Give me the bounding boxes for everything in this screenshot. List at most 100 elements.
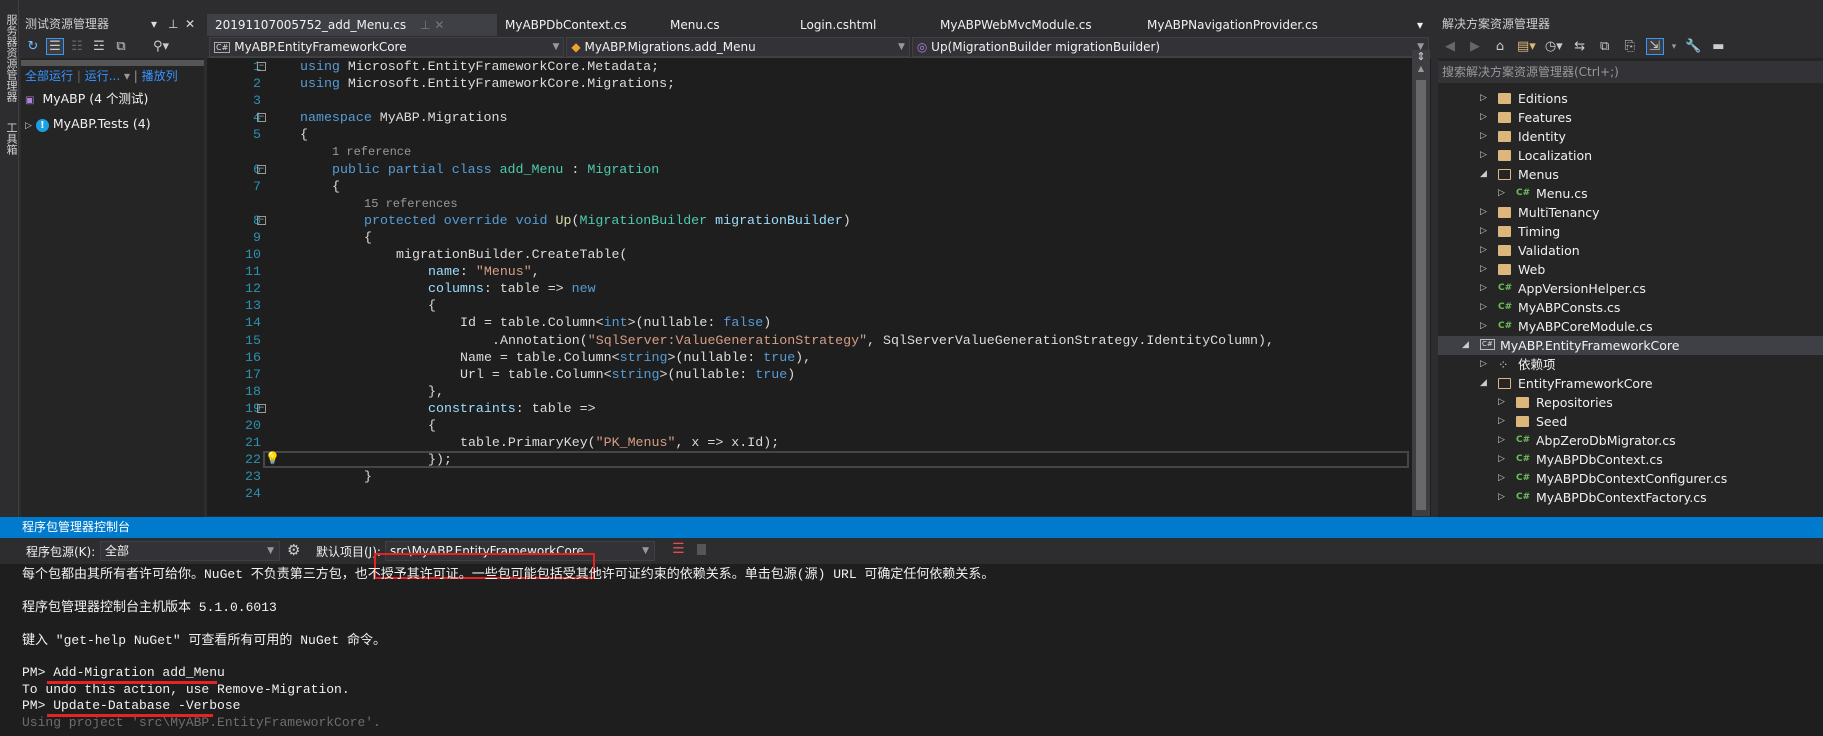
back-icon[interactable]: ◀ [1442,39,1458,54]
pin-icon[interactable]: ⊥ ✕ [420,18,444,32]
tree-item[interactable]: ▷ C# Menu.cs [1438,184,1823,203]
pin-icon[interactable]: ⊥ [168,14,178,35]
tree-item[interactable]: ◢ Menus [1438,165,1823,184]
track-active-item-icon[interactable]: ⇲ [1645,38,1664,55]
server-explorer-tab[interactable]: 服务器资源管理器 [3,14,19,102]
tree-item[interactable]: ▷ Features [1438,108,1823,127]
member-dropdown[interactable]: ◎ Up(MigrationBuilder migrationBuilder) ▼ [911,37,1429,57]
forward-icon[interactable]: ▶ [1467,39,1483,54]
expand-arrow-icon[interactable]: ▷ [1480,203,1490,222]
clear-console-icon[interactable]: ☰ [672,541,685,557]
close-icon[interactable]: ✕ [185,14,195,35]
test-tree-item[interactable]: ▷ ! MyABP.Tests (4) [21,114,204,133]
playlist-link[interactable]: 播放列 [142,69,178,83]
expand-arrow-icon[interactable]: ▷ [1480,317,1490,336]
tab-list-dropdown-icon[interactable]: ▾ [1409,14,1431,36]
run-all-link[interactable]: 全部运行 [25,69,73,83]
expand-arrow-icon[interactable]: ▷ [1498,469,1508,488]
collapse-arrow-icon[interactable]: ◢ [1462,336,1472,355]
expand-arrow-icon[interactable]: ▷ [1498,431,1508,450]
tab-myabpdbcontext-cs[interactable]: MyABPDbContext.cs [497,14,662,36]
collapse-icon[interactable]: − [257,215,266,225]
collapse-icon[interactable]: − [257,164,266,174]
expand-arrow-icon[interactable]: ▷ [1480,222,1490,241]
expand-arrow-icon[interactable]: ▷ [1498,393,1508,412]
dropdown-icon[interactable]: ▾ [151,14,157,35]
expand-arrow-icon[interactable]: ▷ [1498,184,1508,203]
tree-item[interactable]: ▷ ⁘ 依赖项 [1438,355,1823,374]
expand-arrow-icon[interactable]: ▷ [1480,241,1490,260]
code-text[interactable]: 15 references [364,195,458,213]
tree-item[interactable]: ▷ C# MyABPDbContextFactory.cs [1438,488,1823,507]
expand-arrow-icon[interactable]: ▷ [1480,355,1490,374]
tree-item[interactable]: ▷ MultiTenancy [1438,203,1823,222]
package-source-dropdown[interactable]: 全部 ▼ [100,541,280,561]
code-area[interactable]: 1− using Microsoft.EntityFrameworkCore.Me… [207,58,1411,516]
expand-icon[interactable]: ▷ [25,121,32,131]
console-output[interactable]: 每个包都由其所有者许可给你。NuGet 不负责第三方包，也不授予其许可证。一些包… [22,567,994,731]
tree-item[interactable]: ▷ C# AbpZeroDbMigrator.cs [1438,431,1823,450]
collapse-icon[interactable]: ⧉ [113,39,129,54]
tree-item[interactable]: ▷ C# MyABPDbContextConfigurer.cs [1438,469,1823,488]
tree-item[interactable]: ▷ Identity [1438,127,1823,146]
hierarchy-view-icon[interactable]: ☰ [46,38,64,55]
home-icon[interactable]: ⌂ [1492,39,1508,54]
expand-arrow-icon[interactable]: ▷ [1480,108,1490,127]
expand-arrow-icon[interactable]: ▷ [1498,412,1508,431]
tree-item[interactable]: ▷ Repositories [1438,393,1823,412]
preview-icon[interactable]: ▬ [1710,39,1726,54]
tree-item[interactable]: ▷ C# MyABPCoreModule.cs [1438,317,1823,336]
expand-arrow-icon[interactable]: ▷ [1480,127,1490,146]
run-link[interactable]: 运行... [85,69,120,83]
tree-item[interactable]: ◢ C# MyABP.EntityFrameworkCore [1438,336,1823,355]
group-icon[interactable]: ☷ [69,39,85,54]
tree-item[interactable]: ▷ Editions [1438,89,1823,108]
test-tree-item[interactable]: ▣ MyABP (4 个测试) [21,89,204,108]
tree-item[interactable]: ▷ Web [1438,260,1823,279]
tab-20191107005752-add-menu-cs[interactable]: 20191107005752_add_Menu.cs ⊥ ✕ [207,14,497,36]
scroll-up-icon[interactable]: ▲ [1412,64,1430,73]
type-dropdown[interactable]: ◆ MyABP.Migrations.add_Menu ▼ [566,37,910,57]
tab-myabpwebmvcmodule-cs[interactable]: MyABPWebMvcModule.cs [932,14,1139,36]
properties-icon[interactable]: 🔧 [1685,39,1701,54]
refresh-icon[interactable]: ↻ [25,39,41,54]
tree-item[interactable]: ◢ EntityFrameworkCore [1438,374,1823,393]
expand-arrow-icon[interactable]: ▷ [1498,450,1508,469]
tree-item[interactable]: ▷ C# AppVersionHelper.cs [1438,279,1823,298]
tree-item[interactable]: ▷ C# MyABPConsts.cs [1438,298,1823,317]
tree-item[interactable]: ▷ Localization [1438,146,1823,165]
pending-changes-icon[interactable]: ◷▾ [1545,39,1563,54]
toolbox-tab[interactable]: 工具箱 [3,122,19,155]
columns-icon[interactable]: ☲ [91,39,107,54]
show-all-files-icon[interactable]: ⎘ [1622,39,1638,54]
collapse-arrow-icon[interactable]: ◢ [1480,374,1490,393]
tree-item[interactable]: ▷ C# MyABPDbContext.cs [1438,450,1823,469]
scrollbar-thumb[interactable] [1416,80,1426,510]
switch-views-icon[interactable]: ▤▾ [1517,39,1536,54]
stop-icon[interactable] [697,544,706,555]
solution-search-input[interactable]: 搜索解决方案资源管理器(Ctrl+;) [1438,61,1823,83]
tab-login-cshtml[interactable]: Login.cshtml [792,14,932,36]
tab-menu-cs[interactable]: Menu.cs [662,14,792,36]
split-icon[interactable]: ⇕ [1412,50,1430,64]
tree-item[interactable]: ▷ Validation [1438,241,1823,260]
collapse-arrow-icon[interactable]: ◢ [1480,165,1490,184]
lightbulb-icon[interactable]: 💡 [265,451,280,468]
tab-myabpnavigationprovider-cs[interactable]: MyABPNavigationProvider.cs [1139,14,1379,36]
collapse-icon[interactable]: − [257,403,266,413]
code-text[interactable]: 1 reference [332,143,411,161]
expand-arrow-icon[interactable]: ▷ [1480,89,1490,108]
expand-arrow-icon[interactable]: ▷ [1480,260,1490,279]
expand-arrow-icon[interactable]: ▷ [1480,279,1490,298]
collapse-all-icon[interactable]: ⧉ [1597,39,1613,54]
project-dropdown[interactable]: C# MyABP.EntityFrameworkCore ▼ [209,37,565,57]
tree-item[interactable]: ▷ Seed [1438,412,1823,431]
sync-icon[interactable]: ⇆ [1572,39,1588,54]
collapse-icon[interactable]: − [257,62,266,71]
gear-icon[interactable]: ⚙ [287,541,300,559]
collapse-icon[interactable]: − [257,113,266,123]
expand-arrow-icon[interactable]: ▷ [1480,146,1490,165]
vertical-scrollbar[interactable]: ⇕ ▲ [1412,50,1430,516]
expand-arrow-icon[interactable]: ▷ [1480,298,1490,317]
tree-item[interactable]: ▷ Timing [1438,222,1823,241]
